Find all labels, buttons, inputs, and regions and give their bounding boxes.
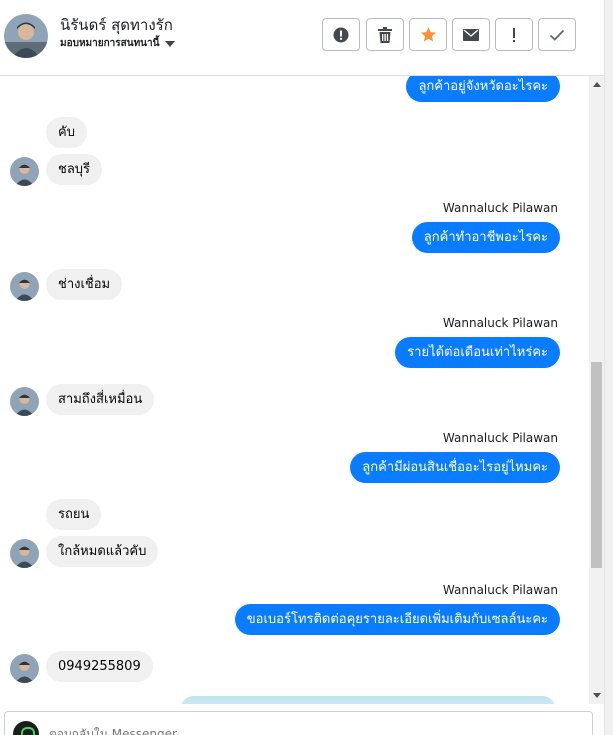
mark-done-button[interactable] [538, 18, 576, 51]
message-bubble-outgoing: รายได้ต่อเดือนเท่าไหร่คะ [395, 337, 560, 368]
star-icon [420, 27, 436, 42]
page-avatar [13, 721, 39, 735]
contact-avatar-small [10, 387, 39, 416]
mark-unread-button[interactable] [452, 18, 490, 51]
message-bubble-outgoing: ลูกค้าทำอาชีพอะไรคะ [411, 222, 560, 253]
message-bubble-outgoing: ลูกค้าอยู่จังหวัดอะไรคะ [406, 76, 560, 102]
sender-name: Wannaluck Pilawan [442, 316, 558, 330]
message-bubble-incoming: 0949255809 [46, 651, 153, 682]
caret-down-icon [165, 40, 176, 47]
message-thread[interactable]: ลูกค้าอยู่จังหวัดอะไรคะ คับ ชลบุรี Wanna… [0, 76, 589, 704]
message-bubble-incoming: ใกล้หมดแล้วคับ [46, 536, 159, 567]
contact-avatar-small [10, 272, 39, 301]
contact-avatar-small [10, 539, 39, 568]
trash-icon [378, 26, 392, 43]
sender-name: Wannaluck Pilawan [442, 583, 558, 597]
message-bubble-incoming: ชลบุรี [46, 154, 103, 185]
sender-name: Wannaluck Pilawan [442, 201, 558, 215]
attachment-preview[interactable] [180, 696, 556, 704]
scroll-down-arrow-icon[interactable] [593, 693, 601, 698]
message-bubble-outgoing: ขอเบอร์โทรติดต่อคุยรายละเอียดเพิ่มเติมกั… [234, 604, 560, 635]
contact-avatar[interactable] [4, 14, 48, 58]
envelope-icon [463, 28, 479, 41]
message-bubble-incoming: รถยน [46, 499, 102, 530]
assign-conversation-dropdown[interactable]: มอบหมายการสนทนานี้ [60, 36, 176, 51]
sender-name: Wannaluck Pilawan [442, 431, 558, 445]
conversation-header: นิรันดร์ สุดทางรัก มอบหมายการสนทนานี้ [0, 0, 604, 76]
message-bubble-outgoing: ลูกค้ามีผ่อนสินเชื่ออะไรอยู่ไหมคะ [350, 452, 560, 483]
contact-avatar-small [10, 157, 39, 186]
scrollbar-thumb[interactable] [591, 362, 602, 568]
reply-input[interactable] [49, 724, 569, 735]
delete-button[interactable] [366, 18, 404, 51]
contact-name: นิรันดร์ สุดทางรัก [60, 16, 173, 34]
message-bubble-incoming: สามถึงสี่เหมื่อน [46, 384, 155, 415]
page-edge [604, 0, 613, 735]
message-bubble-incoming: คับ [46, 117, 87, 148]
message-bubble-incoming: ช่างเชื่อม [46, 269, 123, 300]
star-button[interactable] [409, 18, 447, 51]
scroll-up-arrow-icon[interactable] [593, 82, 601, 87]
follow-up-button[interactable] [495, 18, 533, 51]
mark-spam-button[interactable] [322, 18, 360, 51]
assign-label: มอบหมายการสนทนานี้ [60, 38, 160, 49]
exclamation-icon [513, 27, 515, 42]
alert-circle-icon [333, 27, 349, 42]
reply-composer[interactable] [4, 711, 593, 735]
scrollbar[interactable] [589, 76, 604, 704]
contact-avatar-small [10, 654, 39, 683]
checkmark-icon [549, 29, 565, 41]
